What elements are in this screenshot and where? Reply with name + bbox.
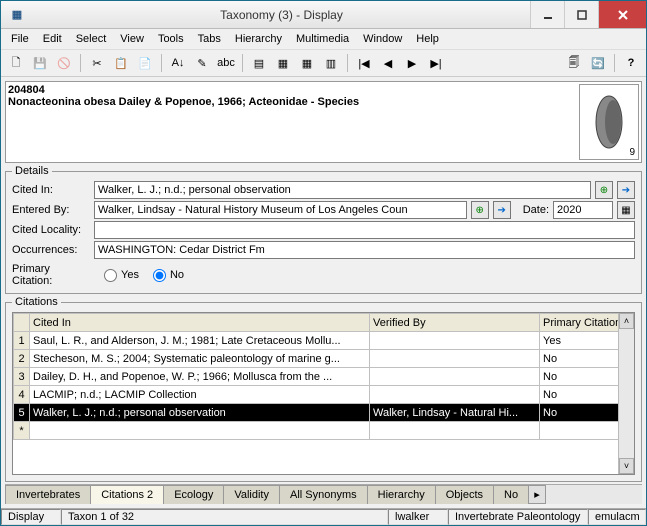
tab-ecology[interactable]: Ecology (163, 485, 224, 504)
status-dept: Invertebrate Paleontology (448, 509, 588, 525)
save-icon[interactable]: 💾 (29, 52, 51, 74)
window-title: Taxonomy (3) - Display (33, 8, 530, 22)
record-id: 204804 (8, 84, 575, 96)
tab-all-synonyms[interactable]: All Synonyms (279, 485, 368, 504)
entered-by-link-icon[interactable]: ➔ (493, 201, 511, 219)
status-mode: Display (1, 509, 61, 525)
app-icon: ▦ (5, 3, 29, 27)
citations-legend: Citations (12, 296, 61, 308)
table-row-new[interactable]: * (14, 422, 634, 440)
tab-citations[interactable]: Citations 2 (90, 485, 164, 504)
cited-in-link-icon[interactable]: ➔ (617, 181, 635, 199)
new-icon[interactable]: 🗋 (5, 52, 27, 74)
status-user: lwalker (388, 509, 448, 525)
record-title: Nonacteonina obesa Dailey & Popenoe, 196… (8, 96, 575, 108)
table-row[interactable]: 1Saul, L. R., and Alderson, J. M.; 1981;… (14, 332, 634, 350)
cut-icon[interactable]: ✂ (86, 52, 108, 74)
status-count: Taxon 1 of 32 (61, 509, 388, 525)
grid-icon[interactable]: ▦ (296, 52, 318, 74)
scroll-down-icon[interactable]: ˅ (619, 458, 634, 474)
citations-table: Cited In Verified By Primary Citation 1S… (13, 313, 634, 440)
status-db: emulacm (588, 509, 646, 525)
page-icon[interactable]: ▥ (320, 52, 342, 74)
menu-window[interactable]: Window (357, 31, 408, 47)
cited-in-label: Cited In: (12, 184, 90, 196)
col-verified-by[interactable]: Verified By (370, 314, 540, 332)
next-icon[interactable]: ▶ (401, 52, 423, 74)
table-row[interactable]: 3Dailey, D. H., and Popenoe, W. P.; 1966… (14, 368, 634, 386)
tab-more[interactable]: No (493, 485, 529, 504)
last-icon[interactable]: ▶| (425, 52, 447, 74)
table-row[interactable]: 4LACMIP; n.d.; LACMIP CollectionNo (14, 386, 634, 404)
citations-group: Citations Cited In Verified By Primary C… (5, 296, 642, 482)
menu-tools[interactable]: Tools (152, 31, 190, 47)
details-group: Details Cited In: ⊕ ➔ Entered By: ⊕ ➔ Da… (5, 165, 642, 294)
primary-yes-radio[interactable] (104, 269, 117, 282)
entered-by-label: Entered By: (12, 204, 90, 216)
menu-help[interactable]: Help (410, 31, 445, 47)
primary-no-radio[interactable] (153, 269, 166, 282)
scrollbar[interactable]: ˄ ˅ (618, 313, 634, 474)
close-button[interactable] (598, 1, 646, 28)
menu-file[interactable]: File (5, 31, 35, 47)
attach-icon[interactable]: 🗐 (563, 52, 585, 74)
paste-icon[interactable]: 📄 (134, 52, 156, 74)
menu-select[interactable]: Select (70, 31, 113, 47)
tab-objects[interactable]: Objects (435, 485, 494, 504)
cited-in-field[interactable] (94, 181, 591, 199)
sort-icon[interactable]: A↓ (167, 52, 189, 74)
first-icon[interactable]: |◀ (353, 52, 375, 74)
entered-by-add-icon[interactable]: ⊕ (471, 201, 489, 219)
toolbar: 🗋 💾 🚫 ✂ 📋 📄 A↓ ✎ abc ▤ ▦ ▦ ▥ |◀ ◀ ▶ ▶| 🗐… (1, 50, 646, 77)
minimize-button[interactable] (530, 1, 564, 28)
spellcheck-icon[interactable]: abc (215, 52, 237, 74)
date-label: Date: (523, 204, 549, 216)
col-cited-in[interactable]: Cited In (30, 314, 370, 332)
edit-icon[interactable]: ✎ (191, 52, 213, 74)
status-bar: Display Taxon 1 of 32 lwalker Invertebra… (1, 508, 646, 525)
cited-locality-label: Cited Locality: (12, 224, 90, 236)
tab-validity[interactable]: Validity (223, 485, 280, 504)
form-icon[interactable]: ▤ (248, 52, 270, 74)
primary-citation-label: Primary Citation: (12, 263, 90, 287)
table-row[interactable]: 5Walker, L. J.; n.d.; personal observati… (14, 404, 634, 422)
scroll-up-icon[interactable]: ˄ (619, 313, 634, 329)
tab-invertebrates[interactable]: Invertebrates (5, 485, 91, 504)
details-legend: Details (12, 165, 52, 177)
cited-locality-field[interactable] (94, 221, 635, 239)
thumb-number: 9 (629, 147, 635, 158)
list-icon[interactable]: ▦ (272, 52, 294, 74)
calendar-icon[interactable]: ▦ (617, 201, 635, 219)
help-icon[interactable]: ? (620, 52, 642, 74)
tab-scroll-right-icon[interactable]: ▸ (528, 485, 546, 504)
date-field[interactable] (553, 201, 613, 219)
refresh-icon[interactable]: 🔄 (587, 52, 609, 74)
record-header: 204804 Nonacteonina obesa Dailey & Popen… (5, 81, 642, 163)
menu-edit[interactable]: Edit (37, 31, 68, 47)
thumbnail[interactable]: 9 (579, 84, 639, 160)
forbid-icon[interactable]: 🚫 (53, 52, 75, 74)
entered-by-field[interactable] (94, 201, 467, 219)
menu-hierarchy[interactable]: Hierarchy (229, 31, 288, 47)
tab-hierarchy[interactable]: Hierarchy (367, 485, 436, 504)
copy-icon[interactable]: 📋 (110, 52, 132, 74)
tab-strip: Invertebrates Citations 2 Ecology Validi… (5, 484, 642, 504)
row-header-blank[interactable] (14, 314, 30, 332)
prev-icon[interactable]: ◀ (377, 52, 399, 74)
menu-view[interactable]: View (114, 31, 150, 47)
menu-bar: File Edit Select View Tools Tabs Hierarc… (1, 29, 646, 50)
maximize-button[interactable] (564, 1, 598, 28)
menu-multimedia[interactable]: Multimedia (290, 31, 355, 47)
menu-tabs[interactable]: Tabs (192, 31, 227, 47)
cited-in-add-icon[interactable]: ⊕ (595, 181, 613, 199)
occurrences-label: Occurrences: (12, 244, 90, 256)
occurrences-field[interactable] (94, 241, 635, 259)
table-row[interactable]: 2Stecheson, M. S.; 2004; Systematic pale… (14, 350, 634, 368)
